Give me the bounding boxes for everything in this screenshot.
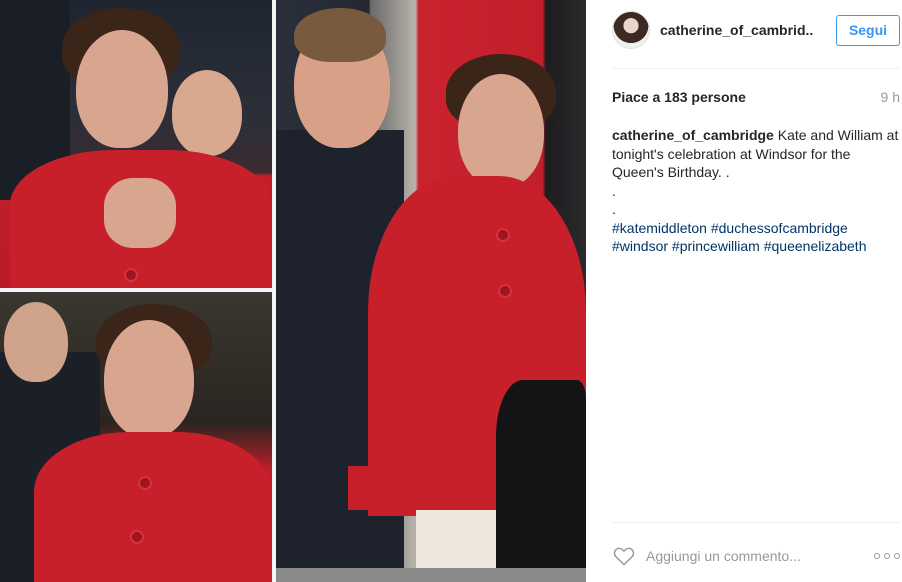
post-header: catherine_of_cambrid.. Segui <box>612 10 900 50</box>
face <box>104 320 194 438</box>
caption-dot: . <box>612 201 616 217</box>
hashtags-line[interactable]: #windsor #princewilliam #queenelizabeth <box>612 237 900 256</box>
photo-footer-strip <box>276 568 586 582</box>
coat-button <box>498 284 512 298</box>
man-hair <box>294 8 386 62</box>
lace-skirt <box>416 510 506 568</box>
photo-panel-bottom-left <box>0 292 272 582</box>
hand <box>104 178 176 248</box>
black-clutch-coat <box>496 380 586 568</box>
background-person-head <box>4 302 68 382</box>
coat-button <box>130 530 144 544</box>
photo-panel-top-left <box>0 0 272 288</box>
comment-input[interactable]: Aggiungi un commento... <box>646 548 874 564</box>
likes-row: Piace a 183 persone 9 h <box>612 89 900 105</box>
coat-button <box>138 476 152 490</box>
likes-count[interactable]: Piace a 183 persone <box>612 89 746 105</box>
red-coat <box>34 432 272 582</box>
coat-button <box>124 268 138 282</box>
face <box>76 30 168 148</box>
background-person-head <box>172 70 242 156</box>
post-timestamp[interactable]: 9 h <box>881 89 900 105</box>
caption-dot: . <box>612 182 616 199</box>
more-options-icon[interactable] <box>874 551 900 561</box>
caption-username[interactable]: catherine_of_cambridge <box>612 127 774 143</box>
hashtags-line[interactable]: #katemiddleton #duchessofcambridge <box>612 219 900 238</box>
heart-icon[interactable] <box>612 545 636 567</box>
face <box>458 74 544 188</box>
post-sidebar: catherine_of_cambrid.. Segui Piace a 183… <box>586 0 902 582</box>
post-image[interactable] <box>0 0 586 582</box>
divider <box>612 522 900 523</box>
caption: catherine_of_cambridge Kate and William … <box>612 126 900 256</box>
username-link[interactable]: catherine_of_cambrid.. <box>660 22 820 38</box>
coat-button <box>496 228 510 242</box>
photo-panel-right <box>276 0 586 568</box>
follow-button[interactable]: Segui <box>836 14 900 46</box>
divider <box>612 68 900 69</box>
avatar[interactable] <box>612 11 650 49</box>
comment-row: Aggiungi un commento... <box>612 544 900 568</box>
